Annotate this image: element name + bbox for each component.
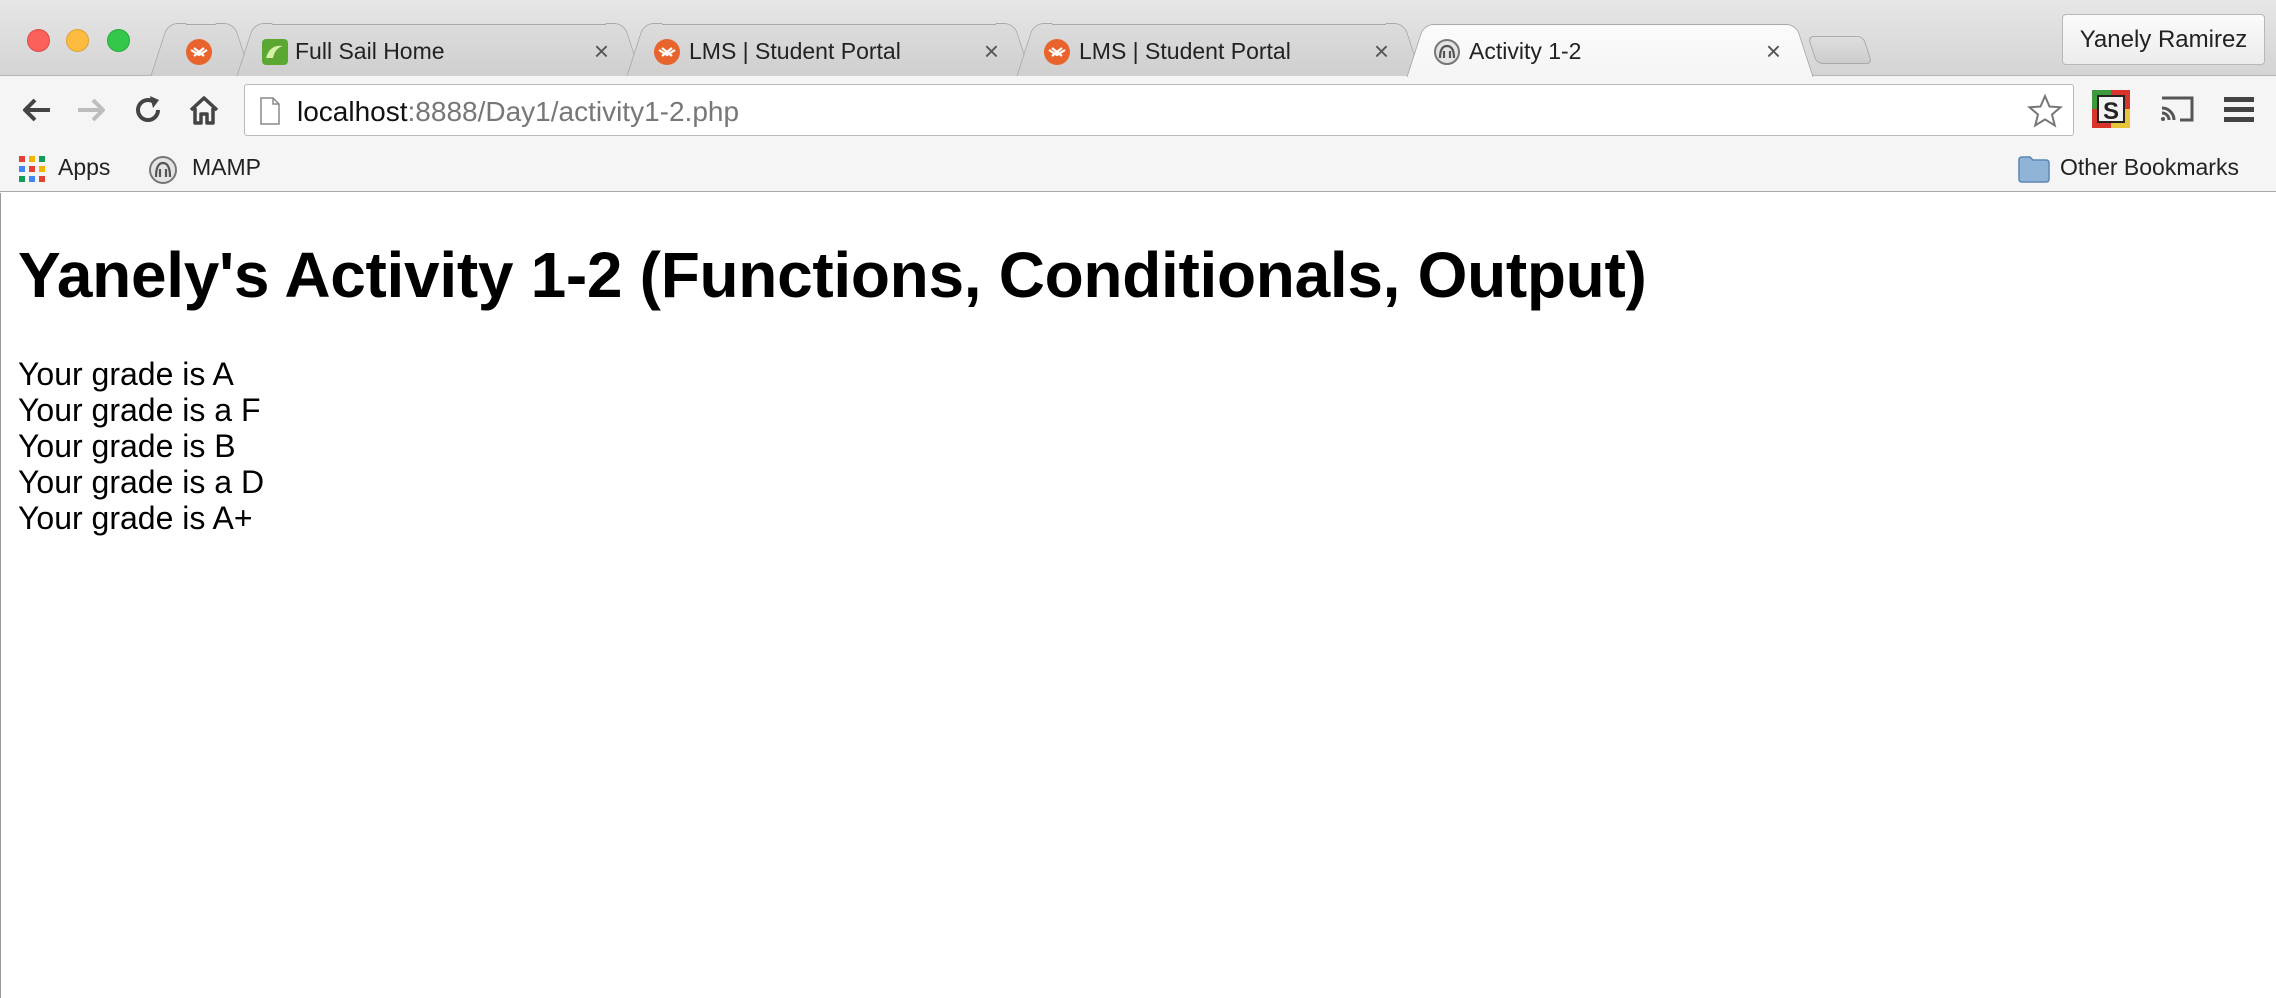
close-window-button[interactable] — [27, 29, 50, 52]
bookmark-star-icon[interactable] — [2027, 93, 2063, 129]
reload-icon[interactable] — [128, 90, 168, 130]
url-path: :8888/Day1/activity1-2.php — [407, 96, 740, 127]
grade-line: Your grade is B — [18, 428, 236, 464]
tab-lms-student-portal-2[interactable]: LMS | Student Portal × — [1034, 24, 1404, 76]
tab-title: Full Sail Home — [295, 38, 445, 64]
forward-arrow-icon[interactable] — [72, 90, 112, 130]
tab-lms-student-portal[interactable]: LMS | Student Portal × — [644, 24, 1014, 76]
tab-title: LMS | Student Portal — [689, 38, 901, 64]
bookmarks-bar: Apps MAMP Other Bookmarks — [0, 144, 2276, 192]
folder-icon — [2018, 156, 2050, 183]
bookmark-label: Apps — [58, 154, 111, 180]
bookmark-label: Other Bookmarks — [2060, 154, 2239, 180]
tab-close-icon[interactable]: × — [1374, 36, 1389, 66]
tab-pinned-lms[interactable] — [168, 24, 234, 76]
fullsail-icon — [262, 39, 288, 65]
extension-s-icon[interactable]: S — [2090, 88, 2132, 130]
grade-line: Your grade is A+ — [18, 500, 253, 536]
address-bar[interactable]: localhost:8888/Day1/activity1-2.php — [244, 84, 2074, 136]
mamp-icon — [149, 156, 177, 184]
bookmark-label: MAMP — [192, 154, 261, 180]
home-icon[interactable] — [184, 90, 224, 130]
svg-text:S: S — [2103, 98, 2119, 125]
page-heading: Yanely's Activity 1-2 (Functions, Condit… — [18, 239, 1647, 311]
tab-close-icon[interactable]: × — [594, 36, 609, 66]
profile-button[interactable]: Yanely Ramirez — [2062, 14, 2265, 65]
bookmark-mamp[interactable]: MAMP — [148, 152, 278, 184]
tab-activity-1-2[interactable]: Activity 1-2 × — [1424, 24, 1796, 77]
grade-line: Your grade is a D — [18, 464, 265, 500]
grade-line: Your grade is a F — [18, 392, 261, 428]
menu-icon[interactable] — [2218, 88, 2260, 130]
lms-icon — [654, 39, 680, 65]
page-content: Yanely's Activity 1-2 (Functions, Condit… — [0, 193, 2276, 998]
browser-window: Full Sail Home × LMS | Student Portal × … — [0, 0, 2276, 998]
apps-grid-icon — [19, 156, 45, 182]
grade-output: Your grade is A Your grade is a F Your g… — [18, 356, 264, 536]
page-icon — [260, 97, 280, 125]
tab-full-sail-home[interactable]: Full Sail Home × — [254, 24, 624, 76]
cast-icon[interactable] — [2156, 88, 2198, 130]
lms-icon — [1044, 39, 1070, 65]
minimize-window-button[interactable] — [66, 29, 89, 52]
address-text[interactable]: localhost:8888/Day1/activity1-2.php — [297, 96, 739, 128]
url-host: localhost — [297, 96, 408, 127]
tab-title: Activity 1-2 — [1469, 38, 1582, 64]
tab-strip: Full Sail Home × LMS | Student Portal × … — [0, 0, 2276, 77]
tab-title: LMS | Student Portal — [1079, 38, 1291, 64]
back-arrow-icon[interactable] — [16, 90, 56, 130]
new-tab-button[interactable] — [1807, 36, 1873, 64]
bookmark-other-bookmarks[interactable]: Other Bookmarks — [2018, 152, 2258, 184]
grade-line: Your grade is A — [18, 356, 234, 392]
zoom-window-button[interactable] — [107, 29, 130, 52]
bookmark-apps[interactable]: Apps — [18, 152, 128, 184]
tab-close-icon[interactable]: × — [984, 36, 999, 66]
toolbar: localhost:8888/Day1/activity1-2.php S — [0, 76, 2276, 144]
tab-close-icon[interactable]: × — [1766, 36, 1781, 66]
lms-icon — [186, 39, 212, 65]
mamp-icon — [1434, 39, 1460, 65]
